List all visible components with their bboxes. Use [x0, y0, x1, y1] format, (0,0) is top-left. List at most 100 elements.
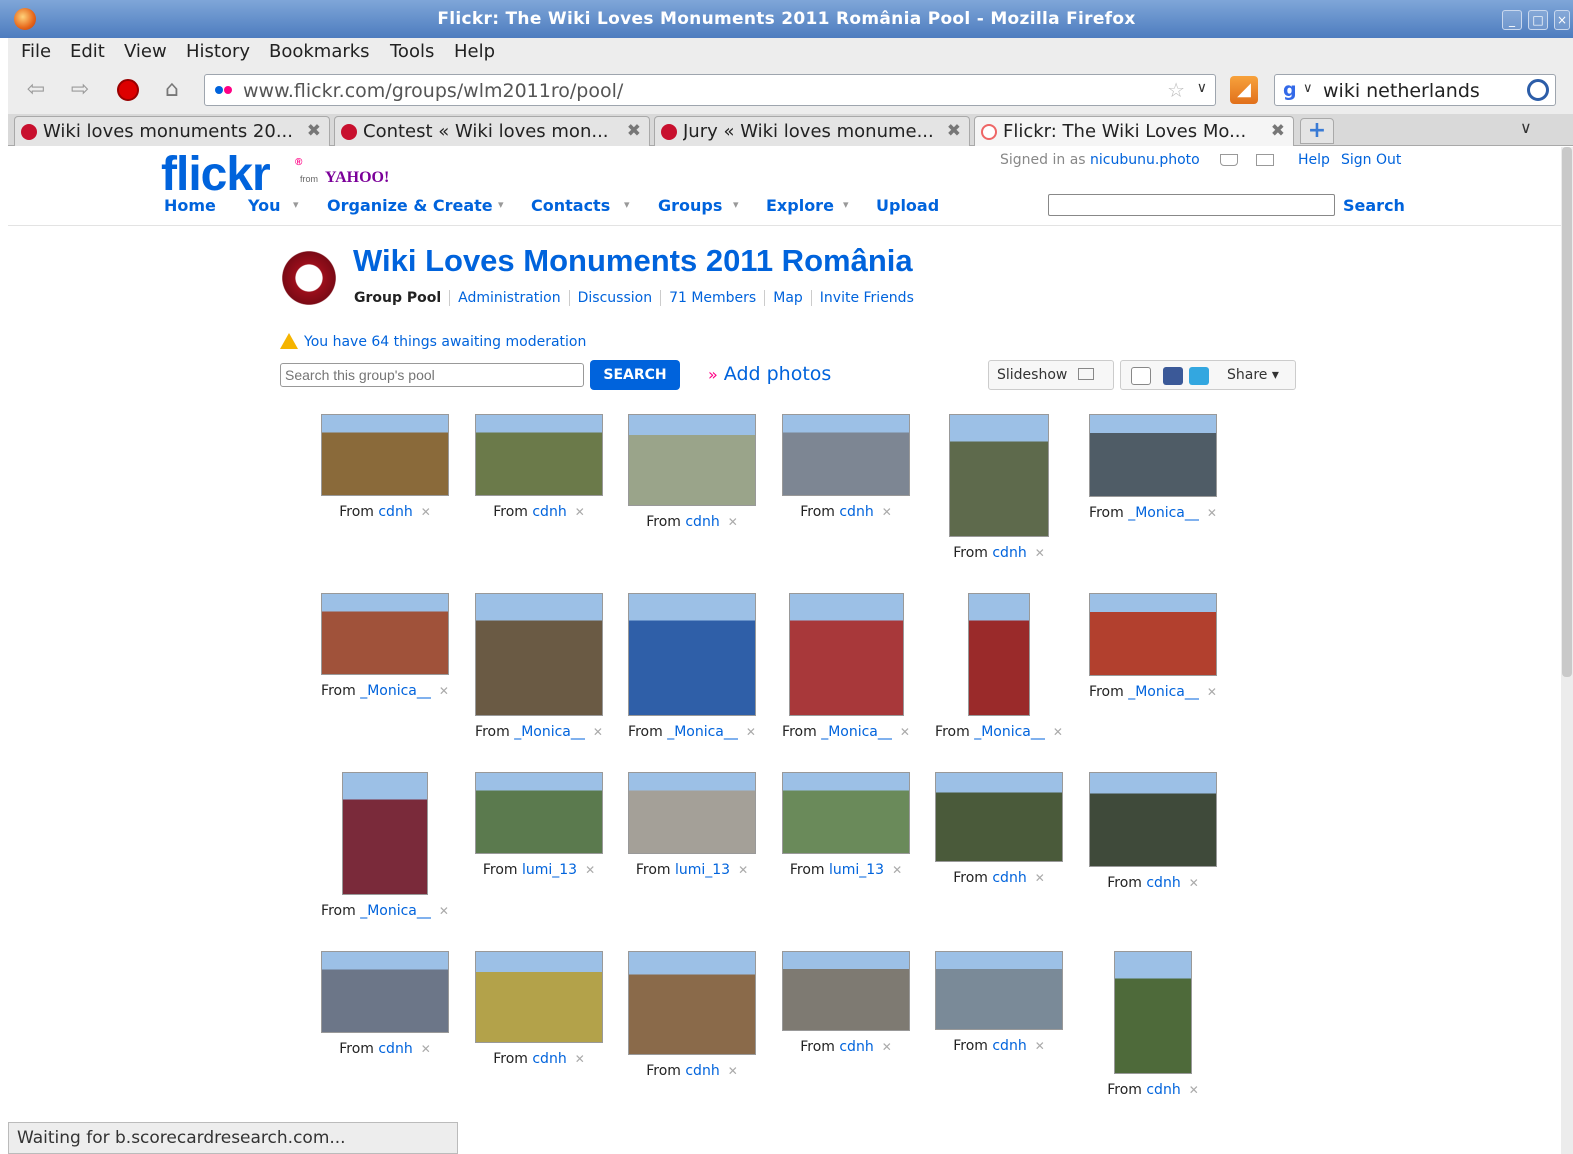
photo-thumbnail[interactable] — [475, 951, 603, 1043]
remove-photo-icon[interactable]: ✕ — [439, 904, 449, 918]
photo-owner-link[interactable]: cdnh — [685, 514, 719, 530]
menu-file[interactable]: File — [21, 41, 51, 62]
remove-photo-icon[interactable]: ✕ — [728, 1064, 738, 1078]
bookmark-star-icon[interactable]: ☆ — [1167, 78, 1185, 102]
remove-photo-icon[interactable]: ✕ — [882, 505, 892, 519]
remove-photo-icon[interactable]: ✕ — [1189, 876, 1199, 890]
remove-photo-icon[interactable]: ✕ — [421, 1042, 431, 1056]
nav-explore-caret-icon[interactable]: ▾ — [843, 198, 849, 211]
remove-photo-icon[interactable]: ✕ — [1035, 1039, 1045, 1053]
photo-thumbnail[interactable] — [1089, 772, 1217, 867]
minimize-button[interactable]: _ — [1502, 10, 1522, 30]
photo-owner-link[interactable]: cdnh — [685, 1063, 719, 1079]
twitter-share-icon[interactable] — [1189, 367, 1209, 385]
tab-list-dropdown-icon[interactable]: ∨ — [1520, 118, 1532, 137]
remove-photo-icon[interactable]: ✕ — [882, 1040, 892, 1054]
share-dropdown-button[interactable]: Share ▾ — [1227, 367, 1279, 383]
page-scrollbar[interactable] — [1561, 147, 1573, 1154]
photo-thumbnail[interactable] — [628, 951, 756, 1055]
remove-photo-icon[interactable]: ✕ — [575, 1052, 585, 1066]
home-icon[interactable]: ⌂ — [156, 74, 188, 106]
cart-icon[interactable] — [1220, 154, 1238, 166]
photo-thumbnail[interactable] — [949, 414, 1049, 537]
nav-home[interactable]: Home — [164, 196, 216, 215]
photo-thumbnail[interactable] — [628, 772, 756, 854]
group-avatar[interactable] — [278, 247, 340, 309]
group-tab-administration[interactable]: Administration — [449, 290, 568, 306]
menu-view[interactable]: View — [124, 41, 167, 62]
photo-owner-link[interactable]: _Monica__ — [514, 724, 585, 740]
url-text[interactable]: www.flickr.com/groups/wlm2011ro/pool/ — [243, 80, 623, 102]
remove-photo-icon[interactable]: ✕ — [1207, 506, 1217, 520]
remove-photo-icon[interactable]: ✕ — [738, 863, 748, 877]
tab-wiki-loves-monuments[interactable]: Wiki loves monuments 20... ✖ — [14, 116, 330, 146]
nav-contacts-caret-icon[interactable]: ▾ — [624, 198, 630, 211]
remove-photo-icon[interactable]: ✕ — [1035, 871, 1045, 885]
photo-thumbnail[interactable] — [628, 593, 756, 716]
menu-history[interactable]: History — [186, 41, 250, 62]
group-tab-discussion[interactable]: Discussion — [568, 290, 660, 306]
photo-thumbnail[interactable] — [782, 414, 910, 496]
search-bar[interactable]: g ∨ wiki netherlands — [1274, 74, 1556, 106]
photo-owner-link[interactable]: cdnh — [992, 545, 1026, 561]
username-link[interactable]: nicubunu.photo — [1090, 152, 1200, 168]
remove-photo-icon[interactable]: ✕ — [421, 505, 431, 519]
photo-owner-link[interactable]: _Monica__ — [821, 724, 892, 740]
email-share-icon[interactable] — [1131, 367, 1151, 385]
photo-owner-link[interactable]: _Monica__ — [1128, 684, 1199, 700]
moderation-notice[interactable]: You have 64 things awaiting moderation — [280, 333, 586, 350]
nav-upload[interactable]: Upload — [876, 196, 939, 215]
remove-photo-icon[interactable]: ✕ — [728, 515, 738, 529]
photo-owner-link[interactable]: cdnh — [839, 504, 873, 520]
photo-owner-link[interactable]: _Monica__ — [360, 903, 431, 919]
slideshow-button[interactable]: Slideshow — [988, 360, 1114, 390]
photo-owner-link[interactable]: cdnh — [378, 504, 412, 520]
remove-photo-icon[interactable]: ✕ — [575, 505, 585, 519]
flickr-logo[interactable]: flickr ® from YAHOO! — [161, 147, 389, 202]
remove-photo-icon[interactable]: ✕ — [1207, 685, 1217, 699]
photo-thumbnail[interactable] — [1089, 414, 1217, 497]
back-icon[interactable]: ⇦ — [20, 74, 52, 106]
close-window-button[interactable]: × — [1554, 10, 1570, 30]
photo-thumbnail[interactable] — [782, 772, 910, 854]
nav-groups[interactable]: Groups — [658, 196, 722, 215]
photo-owner-link[interactable]: cdnh — [1146, 875, 1180, 891]
facebook-share-icon[interactable] — [1163, 367, 1183, 385]
menu-help[interactable]: Help — [454, 41, 495, 62]
new-tab-button[interactable]: + — [1300, 118, 1334, 144]
sign-out-link[interactable]: Sign Out — [1341, 152, 1401, 168]
forward-icon[interactable]: ⇨ — [64, 74, 96, 106]
remove-photo-icon[interactable]: ✕ — [439, 684, 449, 698]
photo-thumbnail[interactable] — [1089, 593, 1217, 676]
photo-thumbnail[interactable] — [342, 772, 428, 895]
photo-thumbnail[interactable] — [628, 414, 756, 506]
menu-bookmarks[interactable]: Bookmarks — [269, 41, 370, 62]
pool-search-button[interactable]: SEARCH — [590, 360, 680, 390]
tab-close-icon[interactable]: ✖ — [947, 121, 961, 141]
pool-search-input[interactable] — [280, 363, 584, 387]
group-tab-invite[interactable]: Invite Friends — [810, 290, 922, 306]
photo-thumbnail[interactable] — [968, 593, 1030, 716]
group-title[interactable]: Wiki Loves Monuments 2011 România — [353, 243, 913, 279]
flickr-search-input[interactable] — [1048, 194, 1335, 216]
tab-contest[interactable]: Contest « Wiki loves mon... ✖ — [334, 116, 650, 146]
photo-thumbnail[interactable] — [321, 951, 449, 1033]
rss-feed-icon[interactable]: ◢ — [1230, 76, 1258, 104]
url-history-dropdown-icon[interactable]: ∨ — [1197, 80, 1207, 96]
photo-thumbnail[interactable] — [788, 593, 904, 716]
group-tab-members[interactable]: 71 Members — [660, 290, 764, 306]
menu-edit[interactable]: Edit — [70, 41, 105, 62]
tab-close-icon[interactable]: ✖ — [627, 121, 641, 141]
photo-owner-link[interactable]: _Monica__ — [974, 724, 1045, 740]
url-bar[interactable]: www.flickr.com/groups/wlm2011ro/pool/ ☆ … — [204, 74, 1216, 106]
tab-close-icon[interactable]: ✖ — [307, 121, 321, 141]
engine-dropdown-icon[interactable]: ∨ — [1303, 81, 1313, 96]
photo-owner-link[interactable]: cdnh — [1146, 1082, 1180, 1098]
remove-photo-icon[interactable]: ✕ — [1035, 546, 1045, 560]
photo-owner-link[interactable]: cdnh — [992, 1038, 1026, 1054]
stop-button[interactable] — [112, 74, 144, 106]
remove-photo-icon[interactable]: ✕ — [593, 725, 603, 739]
remove-photo-icon[interactable]: ✕ — [1053, 725, 1063, 739]
photo-owner-link[interactable]: lumi_13 — [829, 862, 884, 878]
help-link[interactable]: Help — [1298, 152, 1330, 168]
